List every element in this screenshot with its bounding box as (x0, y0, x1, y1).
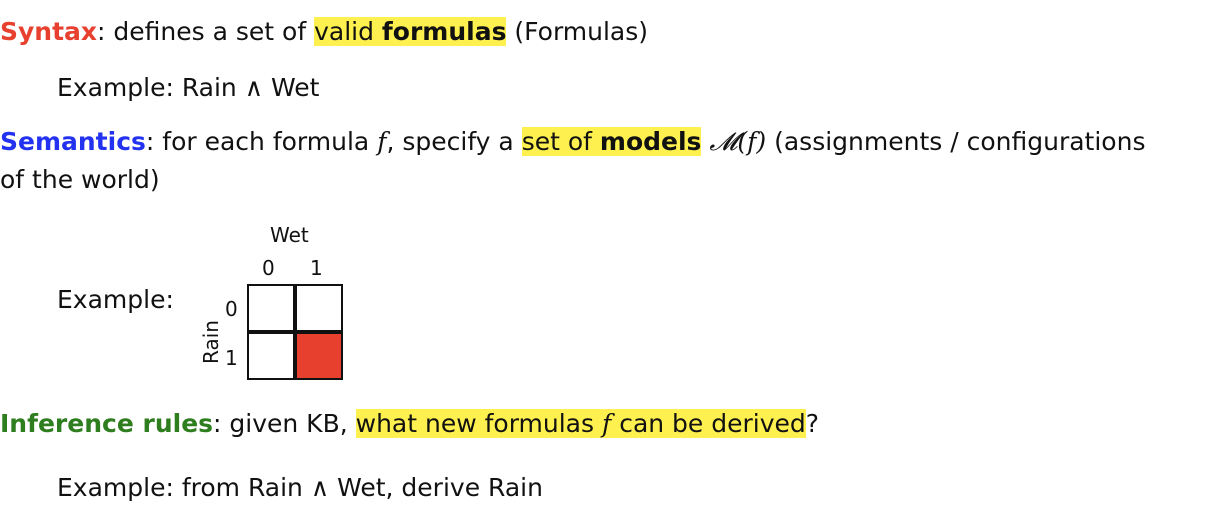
semantics-highlight-b: models (599, 127, 702, 156)
inference-text-b: ? (805, 409, 820, 438)
inference-example-text: from Rain ∧ Wet, derive Rain (181, 473, 543, 502)
semantics-term: Semantics (0, 127, 146, 156)
grid-col-tick-1: 1 (310, 256, 323, 280)
inference-highlight-a: what new formulas (355, 409, 602, 438)
inference-term: Inference rules (0, 409, 214, 438)
semantics-highlight-a: set of (521, 127, 600, 156)
syntax-text-b: (Formulas) (506, 17, 649, 46)
grid-row-tick-1: 1 (225, 346, 238, 370)
grid-cell-r0-c1 (295, 284, 343, 332)
grid-col-axis-label: Wet (270, 223, 309, 247)
grid-row-axis-label: Rain (198, 320, 223, 364)
syntax-line: Syntax: defines a set of valid formulas … (0, 16, 648, 48)
grid-cell-r0-c0 (247, 284, 295, 332)
semantics-text-b: , specify a (386, 127, 522, 156)
inference-line: Inference rules: given KB, what new form… (0, 408, 819, 440)
semantics-line: Semantics: for each formula f, specify a… (0, 126, 1145, 158)
syntax-example-text: Rain ∧ Wet (181, 73, 320, 102)
syntax-highlight-b: formulas (381, 17, 507, 46)
grid-col-tick-0: 0 (262, 256, 275, 280)
syntax-highlight-a: valid (314, 17, 382, 46)
syntax-example-label: Example: (57, 73, 182, 102)
inference-example: Example: from Rain ∧ Wet, derive Rain (57, 472, 543, 504)
syntax-highlight: valid formulas (314, 17, 507, 46)
inference-highlight-b: can be derived (611, 409, 806, 438)
inference-f: f (601, 409, 612, 438)
inference-highlight: what new formulas f can be derived (355, 409, 806, 438)
syntax-text-a: : defines a set of (97, 17, 315, 46)
semantics-text-a: : for each formula (145, 127, 378, 156)
semantics-line2-text: of the world) (0, 165, 160, 194)
grid-row-tick-0: 0 (225, 297, 238, 321)
inference-text-a: : given KB, (213, 409, 356, 438)
semantics-text-c: (assignments / configurations (766, 127, 1146, 156)
semantics-highlight: set of models (521, 127, 702, 156)
grid-cell-r1-c1 (295, 332, 343, 380)
semantics-line-2: of the world) (0, 164, 160, 196)
syntax-term: Syntax (0, 17, 98, 46)
model-grid (247, 284, 345, 382)
semantics-example-label: Example: (57, 284, 174, 316)
grid-cell-r1-c0 (247, 332, 295, 380)
inference-example-label: Example: (57, 473, 182, 502)
semantics-models-arg: (f) (737, 127, 767, 156)
syntax-example: Example: Rain ∧ Wet (57, 72, 319, 104)
semantics-models-symbol: 𝓜 (709, 127, 738, 156)
semantics-example-label-text: Example: (57, 285, 174, 314)
